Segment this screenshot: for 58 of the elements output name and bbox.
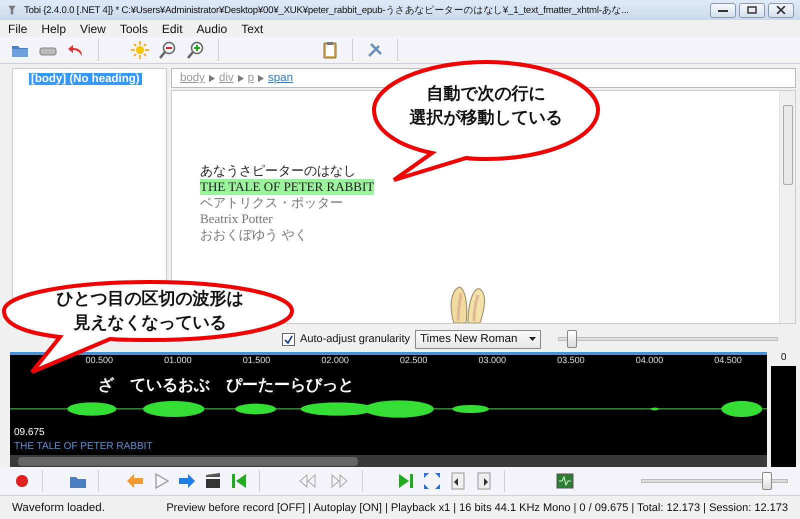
right-arrow-icon[interactable] bbox=[176, 471, 197, 491]
maximize-button[interactable] bbox=[739, 2, 765, 18]
menu-item[interactable]: Text bbox=[241, 22, 264, 36]
time-tick: 04.000 bbox=[634, 355, 664, 367]
status-message: Waveform loaded. bbox=[12, 502, 105, 514]
time-label: 09.675 bbox=[14, 427, 45, 438]
zoom-out-icon[interactable] bbox=[158, 40, 178, 60]
time-tick: 01.500 bbox=[242, 355, 272, 367]
time-tick: 00.500 bbox=[84, 355, 114, 367]
menu-item[interactable]: Help bbox=[41, 22, 66, 36]
time-tick: 02.500 bbox=[398, 355, 428, 367]
breadcrumb-link[interactable]: span bbox=[268, 72, 293, 84]
menu-item[interactable]: View bbox=[80, 22, 106, 36]
meter-value: 0 bbox=[780, 352, 786, 365]
close-icon bbox=[776, 6, 786, 14]
callout-text: ひとつ目の区切の波形は bbox=[56, 288, 244, 311]
separator-icon bbox=[208, 74, 215, 82]
close-button[interactable] bbox=[768, 2, 794, 18]
time-tick: 03.000 bbox=[478, 355, 508, 367]
font-dropdown[interactable]: Times New Roman bbox=[415, 330, 542, 348]
callout-text: 自動で次の行に bbox=[426, 83, 546, 106]
text-line[interactable]: Beatrix Potter bbox=[200, 211, 273, 227]
callout-text: 見えなくなっている bbox=[74, 312, 226, 335]
waveform-label: ざ bbox=[98, 375, 114, 396]
text-line[interactable]: おおくぼゆう やく bbox=[200, 227, 308, 243]
time-tick: 01.000 bbox=[163, 355, 193, 367]
status-info: Preview before record [OFF] | Autoplay [ON] | Playback x1 | 16 bits 44.1 KHz Mono | 0 / 09.675 | Total: 12.173 | Session: 12.173 bbox=[166, 502, 788, 514]
fullscreen-icon[interactable] bbox=[422, 471, 442, 491]
time-tick: 03.500 bbox=[556, 355, 586, 367]
window-title: Tobi {2.4.0.0 [.NET 4]} * C:¥Users¥Administrator¥Desktop¥00¥_XUK¥peter_rabbit_epub-うさあなピーターのはなし¥_1_text_fmatter_xhtml-あな... bbox=[24, 4, 629, 16]
minimize-icon bbox=[718, 7, 728, 13]
minimize-button[interactable] bbox=[710, 2, 736, 18]
sun-icon[interactable] bbox=[130, 40, 150, 60]
slider-thumb[interactable] bbox=[567, 330, 578, 348]
text-line[interactable]: ベアトリクス・ポッター bbox=[200, 195, 343, 211]
waveform-label: ぴーたーらびっと bbox=[226, 375, 354, 396]
volume-slider-thumb[interactable] bbox=[762, 472, 772, 490]
menu-item[interactable]: File bbox=[8, 22, 28, 36]
app-icon bbox=[6, 3, 18, 17]
text-line[interactable]: あなうさピーターのはなし bbox=[200, 163, 356, 179]
scrollbar-thumb[interactable] bbox=[782, 105, 792, 185]
menu-item[interactable]: Tools bbox=[120, 22, 148, 36]
caret-icon bbox=[529, 337, 536, 341]
menu-item[interactable]: Edit bbox=[162, 22, 183, 36]
callout-text: 選択が移動している bbox=[410, 107, 562, 130]
phrase-label: THE TALE OF PETER RABBIT bbox=[14, 441, 153, 452]
waveform-monitor-icon[interactable] bbox=[555, 471, 576, 491]
checkbox[interactable] bbox=[282, 332, 295, 346]
separator-icon bbox=[258, 74, 264, 82]
separator-icon bbox=[238, 74, 244, 82]
time-tick: 02.000 bbox=[320, 355, 350, 367]
time-tick: 04.500 bbox=[713, 355, 743, 367]
menu-item[interactable]: Audio bbox=[196, 22, 228, 36]
zoom-in-icon[interactable] bbox=[186, 40, 206, 60]
checkbox-label: Auto-adjust granularity bbox=[300, 333, 410, 345]
waveform-label: ているおぶ bbox=[130, 375, 210, 396]
maximize-icon bbox=[747, 6, 757, 14]
scrollbar-thumb[interactable] bbox=[18, 456, 358, 466]
